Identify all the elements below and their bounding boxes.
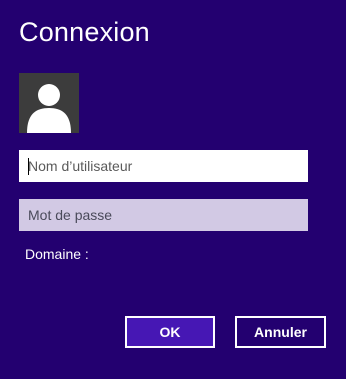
cancel-button[interactable]: Annuler xyxy=(235,316,326,348)
domain-label: Domaine : xyxy=(25,246,89,262)
text-caret xyxy=(28,158,29,175)
cancel-button-label: Annuler xyxy=(254,324,307,340)
user-silhouette-icon xyxy=(27,84,71,133)
ok-button-label: OK xyxy=(159,324,181,340)
user-avatar-icon xyxy=(19,73,79,133)
ok-button[interactable]: OK xyxy=(125,316,215,348)
login-dialog: Connexion Domaine : OK Annuler xyxy=(0,0,346,379)
dialog-title: Connexion xyxy=(19,17,150,47)
username-input[interactable] xyxy=(19,150,308,182)
password-input[interactable] xyxy=(19,199,308,231)
